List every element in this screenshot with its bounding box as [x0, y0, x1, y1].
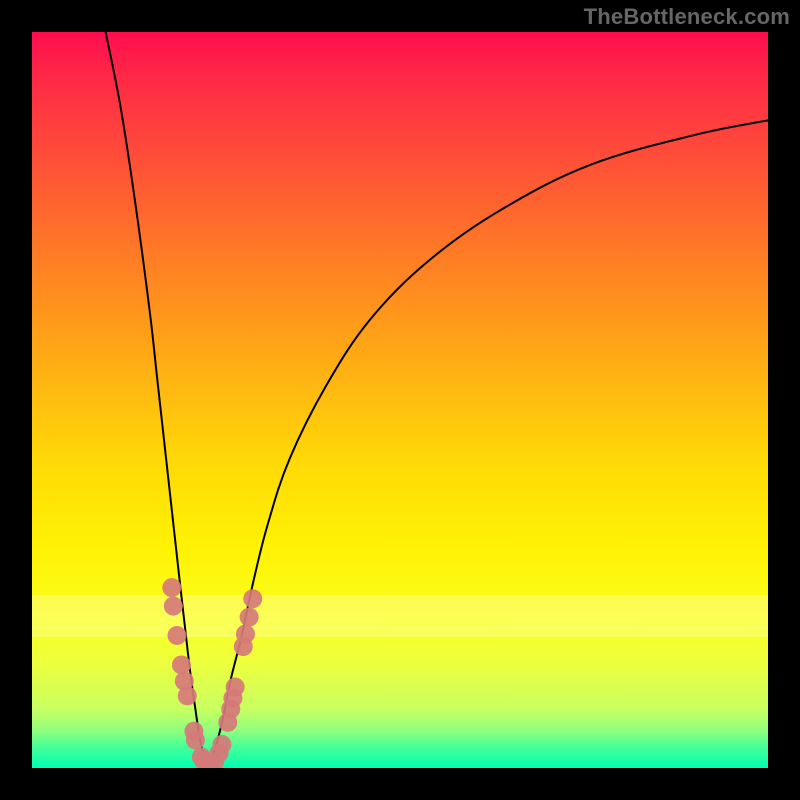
watermark-label: TheBottleneck.com	[584, 4, 790, 30]
data-marker	[236, 625, 255, 644]
data-marker	[240, 608, 259, 627]
data-marker	[167, 626, 186, 645]
data-marker	[162, 578, 181, 597]
data-marker	[243, 589, 262, 608]
curve-left-branch	[106, 32, 209, 768]
curve-group	[106, 32, 768, 768]
data-marker	[172, 655, 191, 674]
chart-svg	[32, 32, 768, 768]
data-marker	[178, 686, 197, 705]
data-marker	[226, 678, 245, 697]
data-marker	[164, 597, 183, 616]
curve-right-branch	[209, 120, 768, 768]
data-marker	[212, 735, 231, 754]
plot-area	[32, 32, 768, 768]
data-marker	[186, 731, 205, 750]
chart-frame: TheBottleneck.com	[0, 0, 800, 800]
